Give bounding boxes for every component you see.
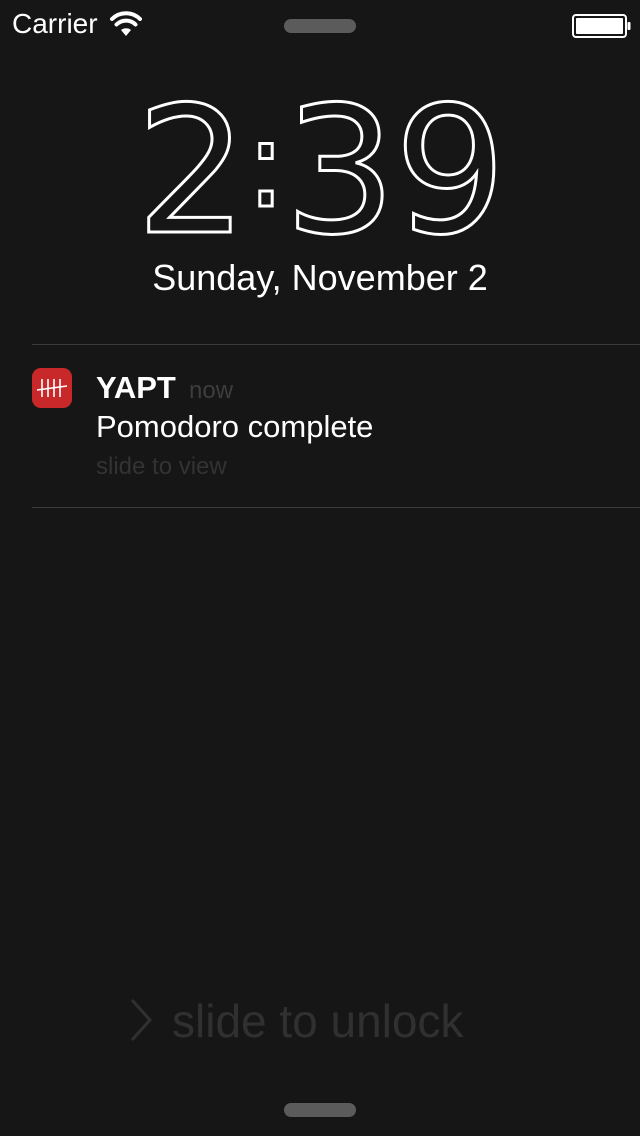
- notification-divider-top: [32, 344, 640, 345]
- notification-action-hint[interactable]: slide to view: [96, 452, 227, 482]
- notification-app-name[interactable]: YAPT: [96, 369, 176, 407]
- wifi-icon: [110, 10, 142, 38]
- battery-icon: [572, 14, 632, 38]
- chevron-right-icon: [128, 998, 154, 1042]
- control-center-grabber[interactable]: [284, 1103, 356, 1117]
- tally-marks-icon: [32, 368, 72, 408]
- notification-time: now: [189, 377, 234, 404]
- clock: 2:39: [0, 69, 640, 274]
- carrier-label: Carrier: [12, 8, 98, 39]
- notification-center-grabber[interactable]: [284, 19, 356, 33]
- clock-minutes: 39: [283, 69, 508, 274]
- date-label: Sunday, November 2: [152, 257, 488, 298]
- notification-divider-bottom: [32, 507, 640, 508]
- clock-hours: 2: [134, 69, 249, 274]
- slide-to-unlock-label: slide to unlock: [172, 995, 464, 1047]
- slide-to-unlock[interactable]: slide to unlock: [0, 994, 640, 1054]
- clock-separator: :: [244, 95, 287, 237]
- notification-message[interactable]: Pomodoro complete: [96, 407, 373, 447]
